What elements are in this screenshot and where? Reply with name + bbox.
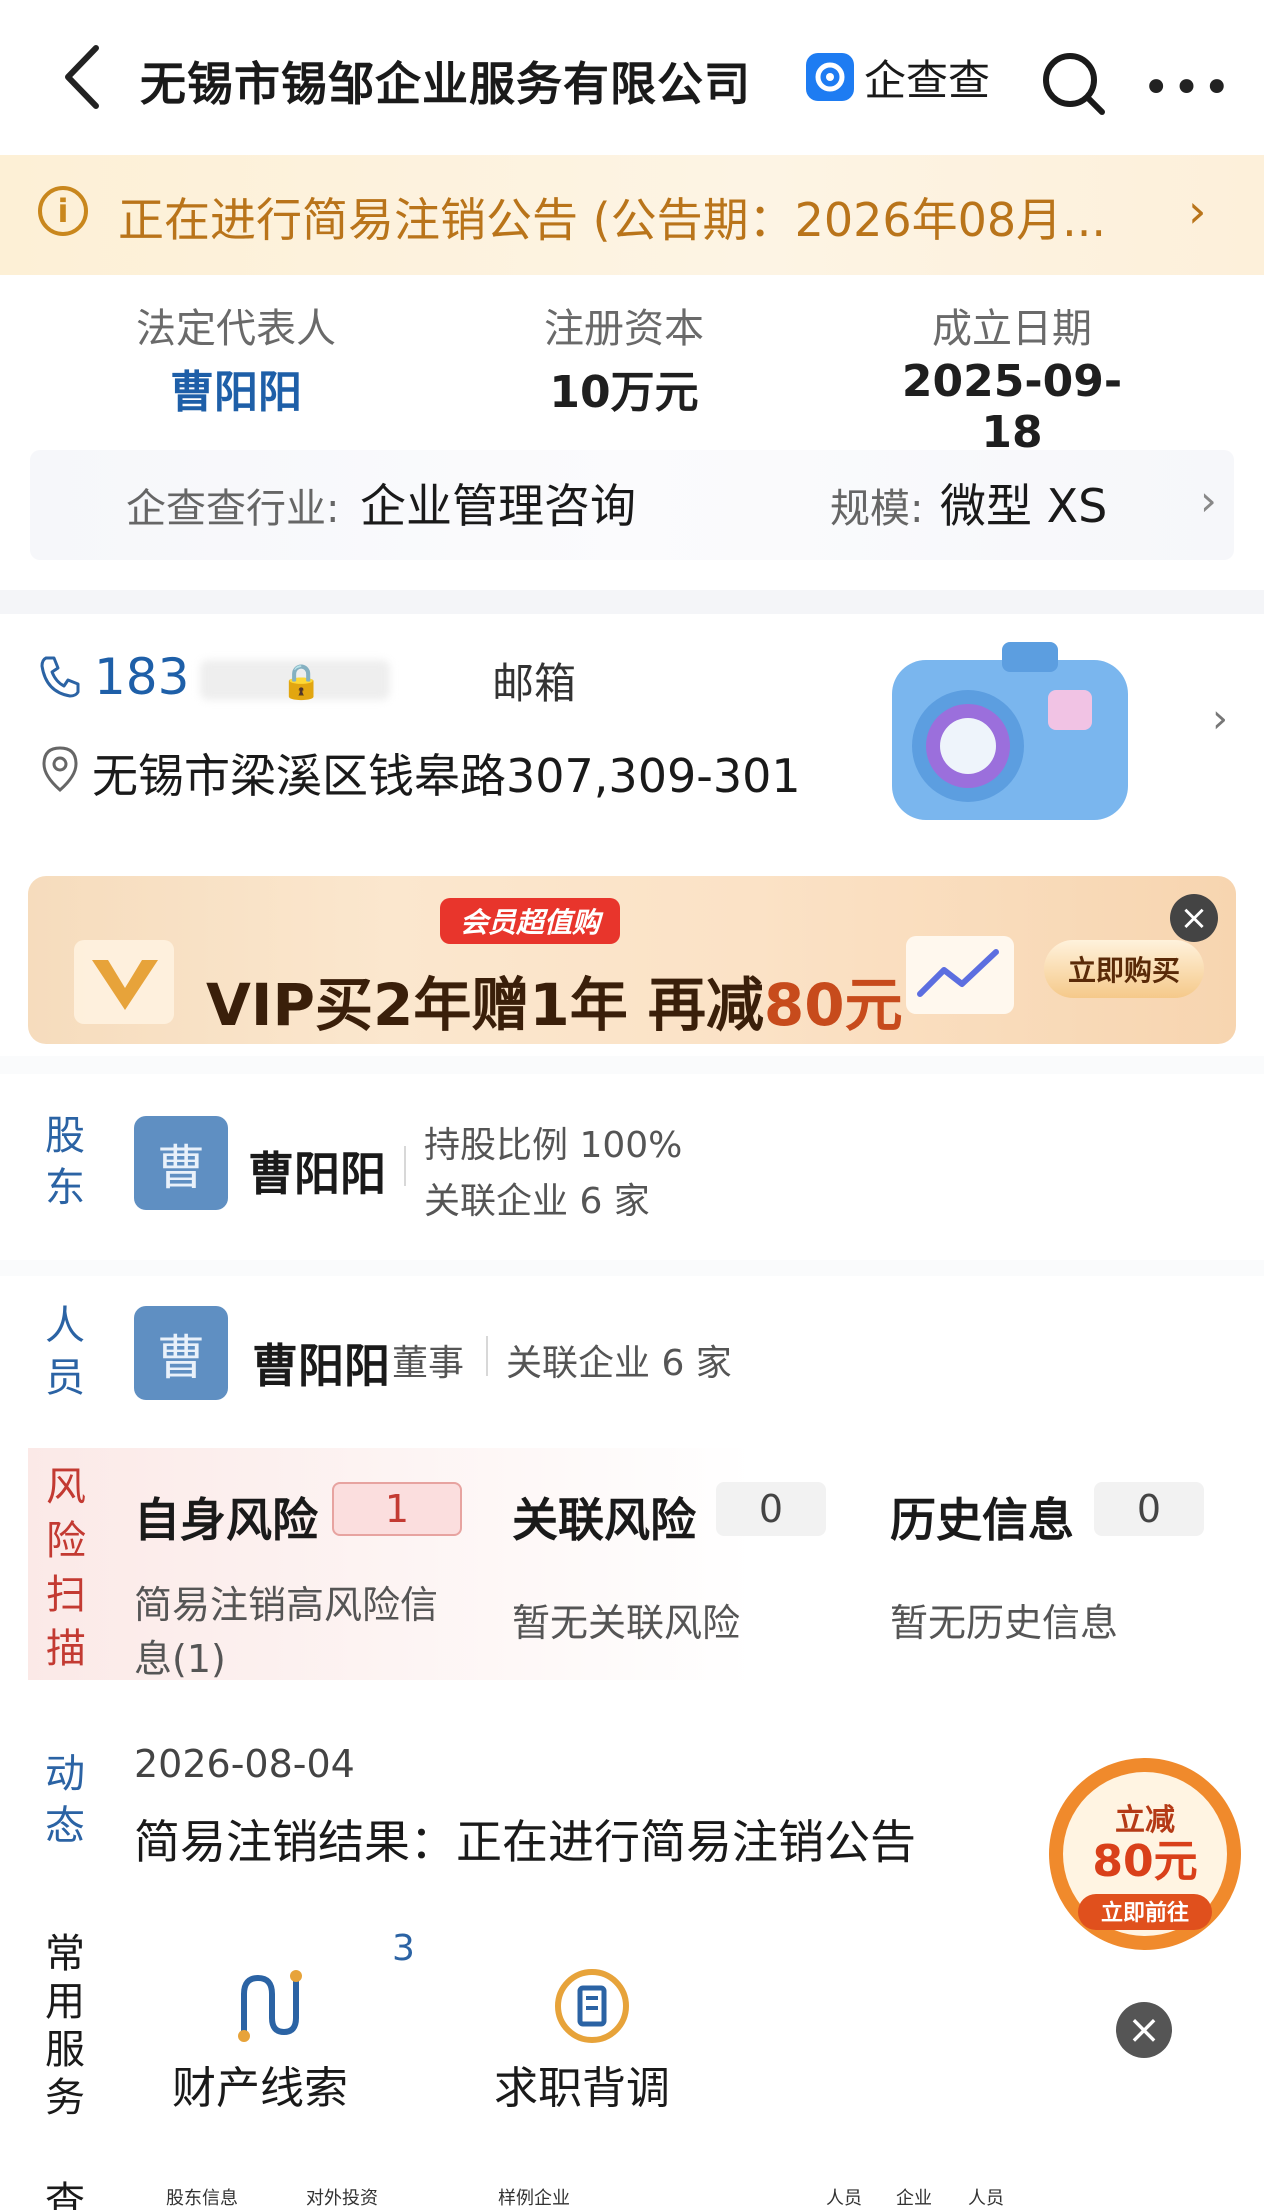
bottom-tab[interactable]: 人员 [826, 2184, 862, 2210]
services-section-label: 常用服务 [45, 1931, 85, 2121]
related-risk-count[interactable]: 0 [716, 1482, 826, 1536]
divider [404, 1146, 406, 1186]
bottom-tab[interactable]: 对外投资 [306, 2184, 378, 2210]
coupon-line3: 立即前往 [1101, 1900, 1189, 1926]
divider [0, 1260, 1264, 1276]
buy-now-button[interactable]: 立即购买 [1044, 940, 1204, 998]
phone-icon [40, 656, 80, 698]
dynamics-text[interactable]: 简易注销结果：正在进行简易注销公告 [134, 1806, 916, 1872]
job-check-icon[interactable] [552, 1966, 632, 2046]
founded-value: 2025-09-18 [901, 356, 1123, 458]
chevron-right-icon: › [1212, 696, 1228, 742]
bottom-tab[interactable]: 股东信息 [166, 2184, 238, 2210]
self-risk-title[interactable]: 自身风险 [134, 1484, 318, 1550]
history-title[interactable]: 历史信息 [890, 1484, 1074, 1550]
capital-value: 10万元 [549, 367, 699, 418]
chevron-right-icon: › [1200, 476, 1217, 525]
service-label[interactable]: 财产线索 [172, 2052, 348, 2116]
divider [0, 590, 1264, 614]
personnel-name[interactable]: 曹阳阳 [252, 1330, 390, 1396]
bottom-tab[interactable]: 样例企业 [498, 2184, 570, 2210]
close-icon[interactable]: × [1170, 894, 1218, 942]
shareholder-name[interactable]: 曹阳阳 [248, 1138, 386, 1204]
chart-decoration-icon [906, 936, 1014, 1014]
legal-rep-value[interactable]: 曹阳阳 [96, 356, 376, 420]
chevron-right-icon: › [1188, 184, 1207, 238]
founded-label: 成立日期 [932, 306, 1092, 352]
coupon-badge-icon[interactable]: 立减 80元 立即前往 [1040, 1744, 1250, 1954]
avatar[interactable]: 曹 [134, 1116, 228, 1210]
related-risk-title[interactable]: 关联风险 [512, 1484, 696, 1550]
location-pin-icon [42, 746, 78, 792]
info-icon: i [38, 186, 88, 236]
services-badge: 3 [392, 1928, 415, 1969]
industry-value: 企业管理咨询 [360, 479, 636, 533]
share-ratio: 持股比例 100% [424, 1125, 683, 1166]
vip-badge: 会员超值购 [440, 898, 621, 944]
coupon-line2: 80元 [1092, 1836, 1197, 1887]
notice-text: 正在进行简易注销公告 (公告期：2026年08月... [118, 193, 1107, 247]
qichacha-logo-icon [806, 53, 854, 101]
camera-icon[interactable] [872, 634, 1132, 824]
personnel-section-label: 人员 [45, 1303, 85, 1401]
coupon-line1: 立减 [1115, 1803, 1175, 1838]
divider [0, 1056, 1264, 1074]
service-label[interactable]: 求职背调 [494, 2052, 670, 2116]
avatar[interactable]: 曹 [134, 1306, 228, 1400]
email-label[interactable]: 邮箱 [492, 650, 576, 711]
phone-number[interactable]: 183 [94, 648, 189, 706]
dynamics-section-label: 动态 [45, 1751, 85, 1849]
personnel-role: 董事 [392, 1343, 465, 1384]
vip-promo-text: VIP买2年赠1年 再减80元 [206, 971, 903, 1039]
dynamics-date: 2026-08-04 [134, 1742, 355, 1786]
back-arrow-icon[interactable] [56, 42, 112, 112]
search-icon[interactable] [1038, 48, 1110, 120]
close-icon[interactable]: × [1116, 2002, 1172, 2058]
company-title: 无锡市锡邹企业服务有限公司 [140, 57, 751, 111]
industry-label: 企查查行业: [126, 486, 340, 532]
more-menu-icon[interactable]: ••• [1142, 60, 1233, 116]
brand: 企查查 [806, 50, 990, 105]
history-count[interactable]: 0 [1094, 1482, 1204, 1536]
related-risk-desc: 暂无关联风险 [512, 1601, 741, 1645]
related-companies[interactable]: 关联企业 6 家 [506, 1334, 732, 1386]
vip-v-logo-icon [74, 940, 174, 1024]
bottom-section-label: 查 [45, 2179, 85, 2210]
scale-value: 微型 XS [940, 479, 1108, 533]
property-clue-icon[interactable] [228, 1966, 308, 2046]
bottom-tab[interactable]: 企业 [896, 2184, 932, 2210]
history-desc: 暂无历史信息 [890, 1601, 1119, 1645]
self-risk-desc[interactable]: 简易注销高风险信息(1) [134, 1578, 464, 1686]
shareholder-section-label: 股东 [45, 1113, 85, 1211]
capital-label: 注册资本 [544, 306, 704, 352]
divider [486, 1336, 488, 1376]
related-companies[interactable]: 关联企业 6 家 [424, 1172, 650, 1224]
self-risk-count[interactable]: 1 [332, 1482, 462, 1536]
risk-section-label: 风险扫描 [46, 1464, 86, 1672]
address-text[interactable]: 无锡市梁溪区钱皋路307,309-301 [92, 740, 801, 806]
bottom-tab[interactable]: 人员 [968, 2184, 1004, 2210]
brand-name: 企查查 [864, 55, 991, 105]
lock-icon: 🔒 [280, 662, 323, 702]
scale-label: 规模: [830, 486, 924, 532]
legal-rep-label: 法定代表人 [136, 306, 336, 352]
